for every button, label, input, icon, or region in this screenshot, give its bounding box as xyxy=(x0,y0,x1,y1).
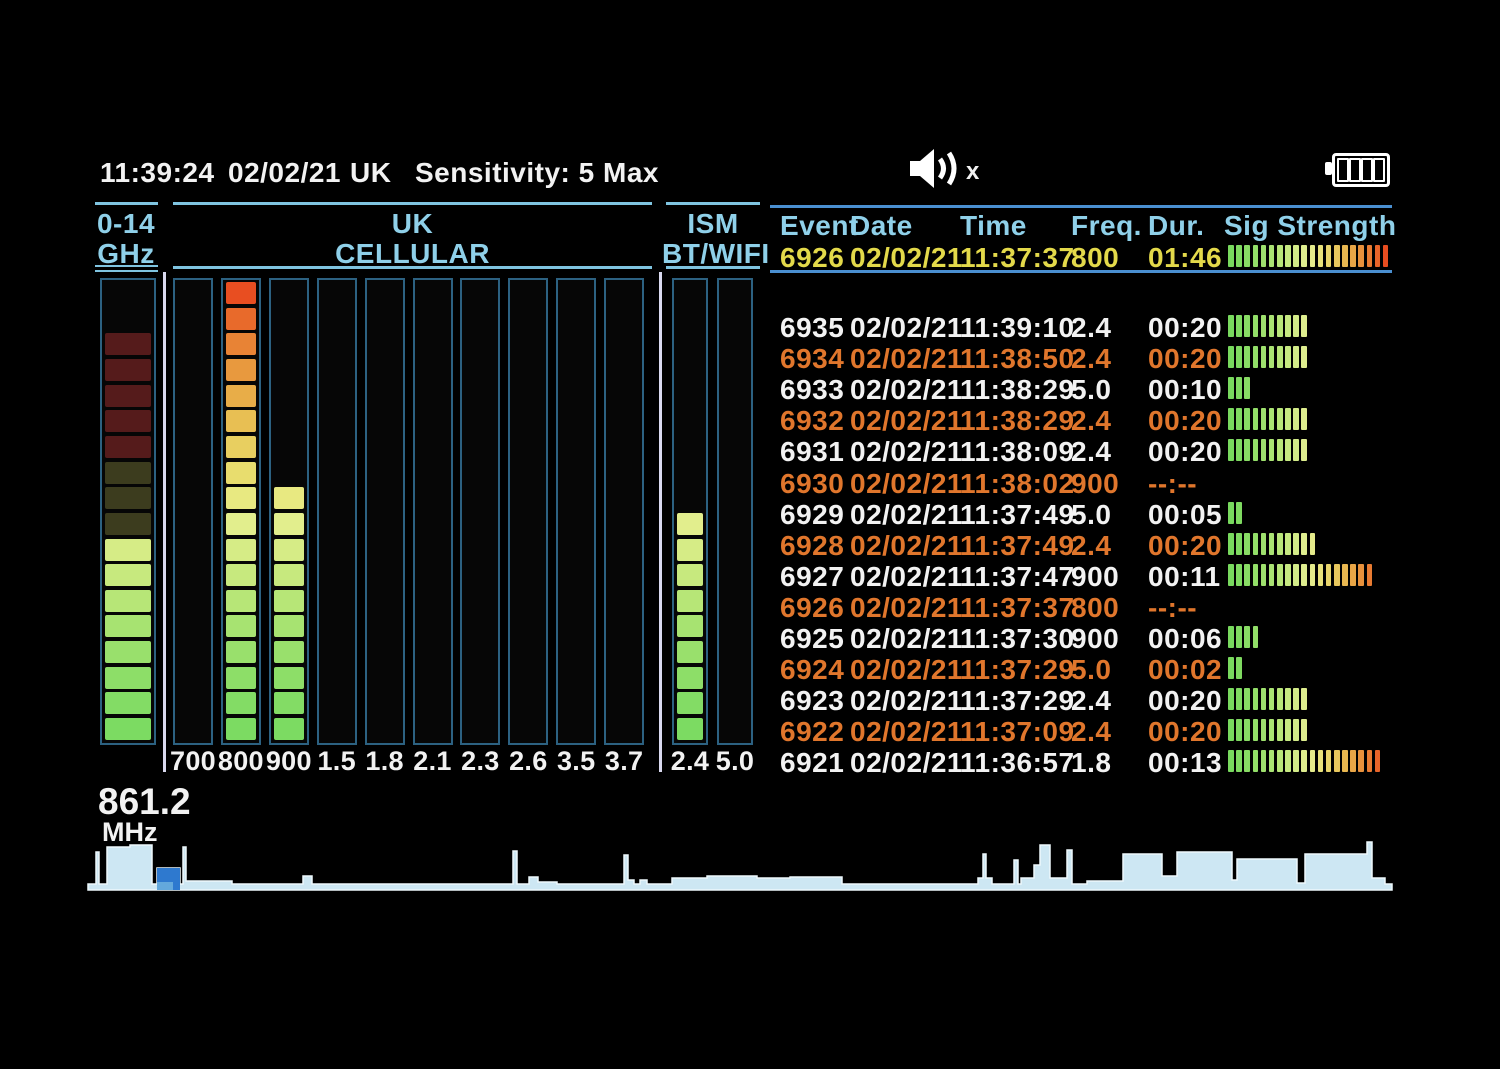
spectrum-trace xyxy=(87,841,1393,891)
spectrum xyxy=(87,841,1393,891)
device-screen: 11:39:24 02/02/21 UK Sensitivity: 5 Max … xyxy=(0,0,1500,1069)
spectrum-cursor-light xyxy=(157,882,173,890)
